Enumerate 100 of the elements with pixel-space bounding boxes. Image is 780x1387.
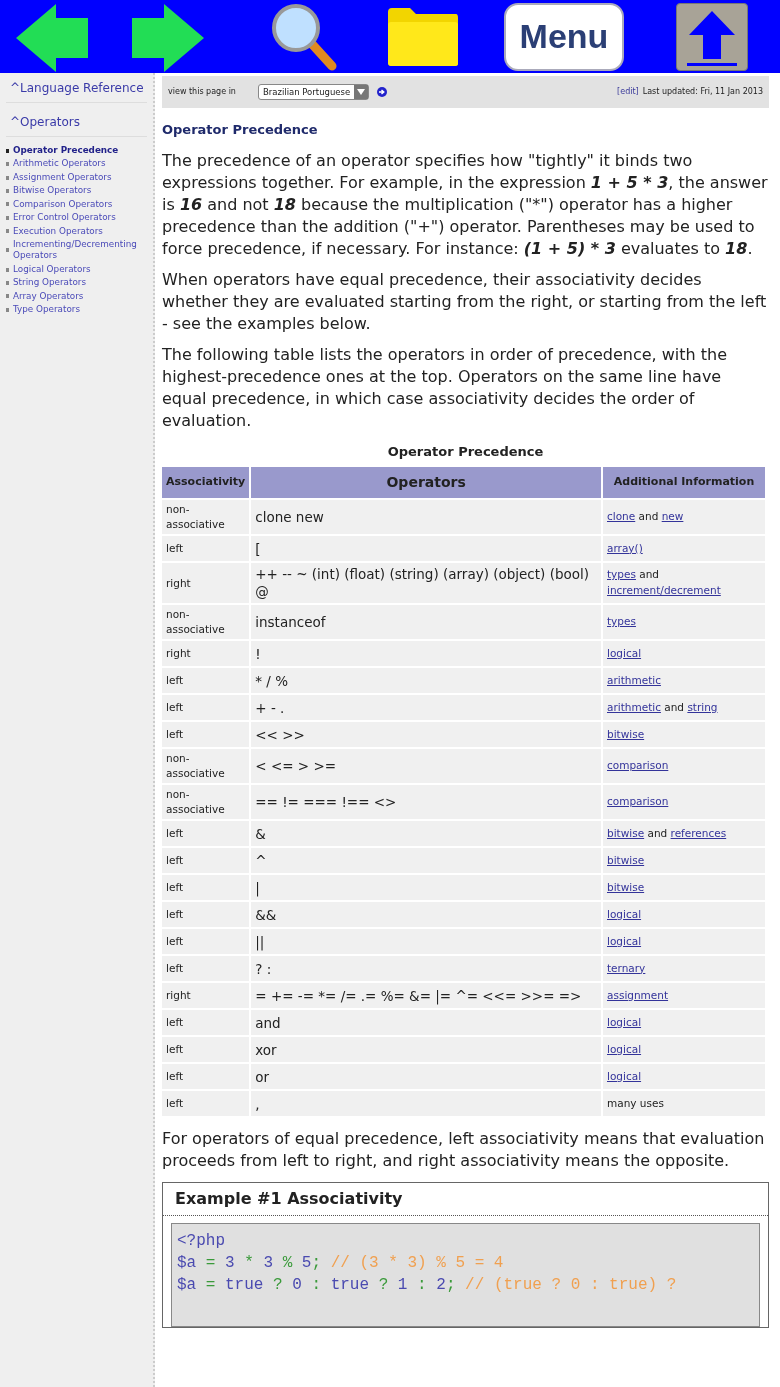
table-cell: << >> xyxy=(251,722,601,748)
menu-button[interactable]: Menu xyxy=(504,2,624,71)
bullet-icon xyxy=(6,307,9,312)
table-cell: ^ xyxy=(251,848,601,874)
info-link[interactable]: array() xyxy=(607,541,643,554)
info-text: and xyxy=(646,826,669,839)
paragraph: The following table lists the operators in order of precedence, with the highest-precedence ones at the top. Operators on the same line have equal precedence, in which case associativity decides the order of evaluation. xyxy=(162,343,728,432)
info-text: many uses xyxy=(607,1096,664,1109)
info-link[interactable]: logical xyxy=(607,1042,642,1055)
table-cell: ! xyxy=(251,641,601,667)
info-link[interactable]: references xyxy=(670,826,727,839)
table-cell: left xyxy=(162,1064,250,1090)
table-cell: | xyxy=(251,875,601,901)
column-header: Operators xyxy=(251,467,601,499)
table-cell: or xyxy=(251,1064,601,1090)
info-link[interactable]: types xyxy=(607,568,636,581)
table-cell: left xyxy=(162,821,250,847)
table-cell: + - . xyxy=(251,695,601,721)
edit-link[interactable]: [edit] xyxy=(617,86,639,98)
sidebar-item[interactable]: String Operators xyxy=(13,277,86,289)
table-cell: && xyxy=(251,902,601,928)
bullet-icon xyxy=(6,229,9,234)
info-link[interactable]: ternary xyxy=(607,961,646,974)
bullet-icon xyxy=(6,294,9,299)
info-link[interactable]: new xyxy=(661,510,684,523)
table-cell: left xyxy=(162,956,250,982)
info-link[interactable]: clone xyxy=(607,510,636,523)
bullet-icon xyxy=(6,280,9,285)
table-cell: instanceof xyxy=(251,605,601,640)
info-link[interactable]: logical xyxy=(607,934,642,947)
table-cell: = += -= *= /= .= %= &= |= ^= <<= >>= => xyxy=(251,983,601,1009)
table-cell: || xyxy=(251,929,601,955)
table-cell: xor xyxy=(251,1037,601,1063)
last-updated: Last updated: Fri, 11 Jan 2013 xyxy=(642,86,763,98)
table-cell: left xyxy=(162,1010,250,1036)
info-link[interactable]: bitwise xyxy=(607,853,645,866)
sidebar-item[interactable]: Logical Operators xyxy=(13,263,91,276)
bullet-icon xyxy=(6,267,9,272)
table-cell: == != === !== <> xyxy=(251,785,601,820)
table-cell: right xyxy=(162,641,250,667)
page-heading: Operator Precedence xyxy=(162,122,319,138)
table-cell: , xyxy=(251,1091,601,1117)
code-line: <?php xyxy=(177,1231,226,1253)
table-cell: and xyxy=(251,1010,601,1036)
top-button[interactable] xyxy=(676,2,748,71)
bullet-icon xyxy=(6,202,9,207)
info-text: and xyxy=(637,510,660,523)
info-link[interactable]: logical xyxy=(607,1069,642,1082)
info-link[interactable]: comparison xyxy=(607,795,669,808)
code-line: $a = true ? 0 : true ? 1 : 2; // (true ? 0 : true) ? xyxy=(177,1275,678,1297)
info-link[interactable]: assignment xyxy=(607,988,669,1001)
info-link[interactable]: comparison xyxy=(607,759,669,772)
info-text: and xyxy=(663,700,686,713)
table-cell: right xyxy=(162,983,250,1009)
bullet-icon xyxy=(6,175,9,180)
sidebar-item[interactable]: Execution Operators xyxy=(13,225,103,237)
info-link[interactable]: logical xyxy=(607,907,642,920)
paragraph: The precedence of an operator specifies how "tightly" it binds two expressions together. For example, in the expression 1 + 5 * 3, the answer is 16 and not 18 because the multiplication ("*") operator has a higher precedence than the addition ("+") operator. Parentheses may be used to force precedence, if necessary. For instance: (1 + 5) * 3 evaluates to 18. xyxy=(162,149,769,260)
info-link[interactable]: bitwise xyxy=(607,880,645,893)
column-header: Associativity xyxy=(162,467,250,499)
table-cell: non-associative xyxy=(162,500,250,535)
sidebar-item[interactable]: Comparison Operators xyxy=(13,198,113,211)
sidebar-item[interactable]: Bitwise Operators xyxy=(13,185,92,197)
info-link[interactable]: arithmetic xyxy=(607,673,661,686)
sidebar-item[interactable]: Error Control Operators xyxy=(13,212,116,224)
sidebar-section-link[interactable]: ^Operators xyxy=(6,111,147,137)
sidebar-item[interactable]: Operator Precedence xyxy=(13,145,119,157)
bullet-icon xyxy=(6,162,9,167)
table-cell: non-associative xyxy=(162,605,250,640)
table-cell: non-associative xyxy=(162,749,250,784)
sidebar-item[interactable]: Incrementing/Decrementing Operators xyxy=(13,238,147,262)
table-cell: & xyxy=(251,821,601,847)
sidebar-item[interactable]: Arithmetic Operators xyxy=(13,158,106,170)
sidebar-item[interactable]: Assignment Operators xyxy=(13,171,112,184)
table-cell: left xyxy=(162,848,250,874)
info-link[interactable]: bitwise xyxy=(607,826,645,839)
sidebar-item[interactable]: Type Operators xyxy=(13,304,80,316)
info-link[interactable]: increment/decrement xyxy=(607,584,721,597)
paragraph: When operators have equal precedence, their associativity decides whether they are evaluated starting from the right, or starting from the left - see the examples below. xyxy=(162,268,768,335)
table-cell: clone new xyxy=(251,500,601,535)
info-link[interactable]: logical xyxy=(607,1015,642,1028)
sidebar-section-link[interactable]: ^Language Reference xyxy=(6,77,147,103)
info-link[interactable]: arithmetic xyxy=(607,700,661,713)
folder-button[interactable] xyxy=(386,5,460,68)
info-link[interactable]: bitwise xyxy=(607,727,645,740)
table-caption: Operator Precedence xyxy=(386,442,545,461)
language-label: view this page in xyxy=(168,86,236,98)
table-cell: left xyxy=(162,668,250,694)
table-cell: left xyxy=(162,536,250,562)
table-cell: left xyxy=(162,1037,250,1063)
language-select[interactable]: Brazilian Portuguese xyxy=(257,84,370,100)
bullet-icon xyxy=(6,215,9,220)
info-link[interactable]: logical xyxy=(607,646,642,659)
folder-icon xyxy=(386,5,460,68)
table-cell: left xyxy=(162,929,250,955)
go-arrow-icon[interactable] xyxy=(377,87,388,97)
sidebar-item[interactable]: Array Operators xyxy=(13,290,84,303)
info-link[interactable]: string xyxy=(687,700,718,713)
info-link[interactable]: types xyxy=(607,615,636,628)
table-cell: left xyxy=(162,695,250,721)
